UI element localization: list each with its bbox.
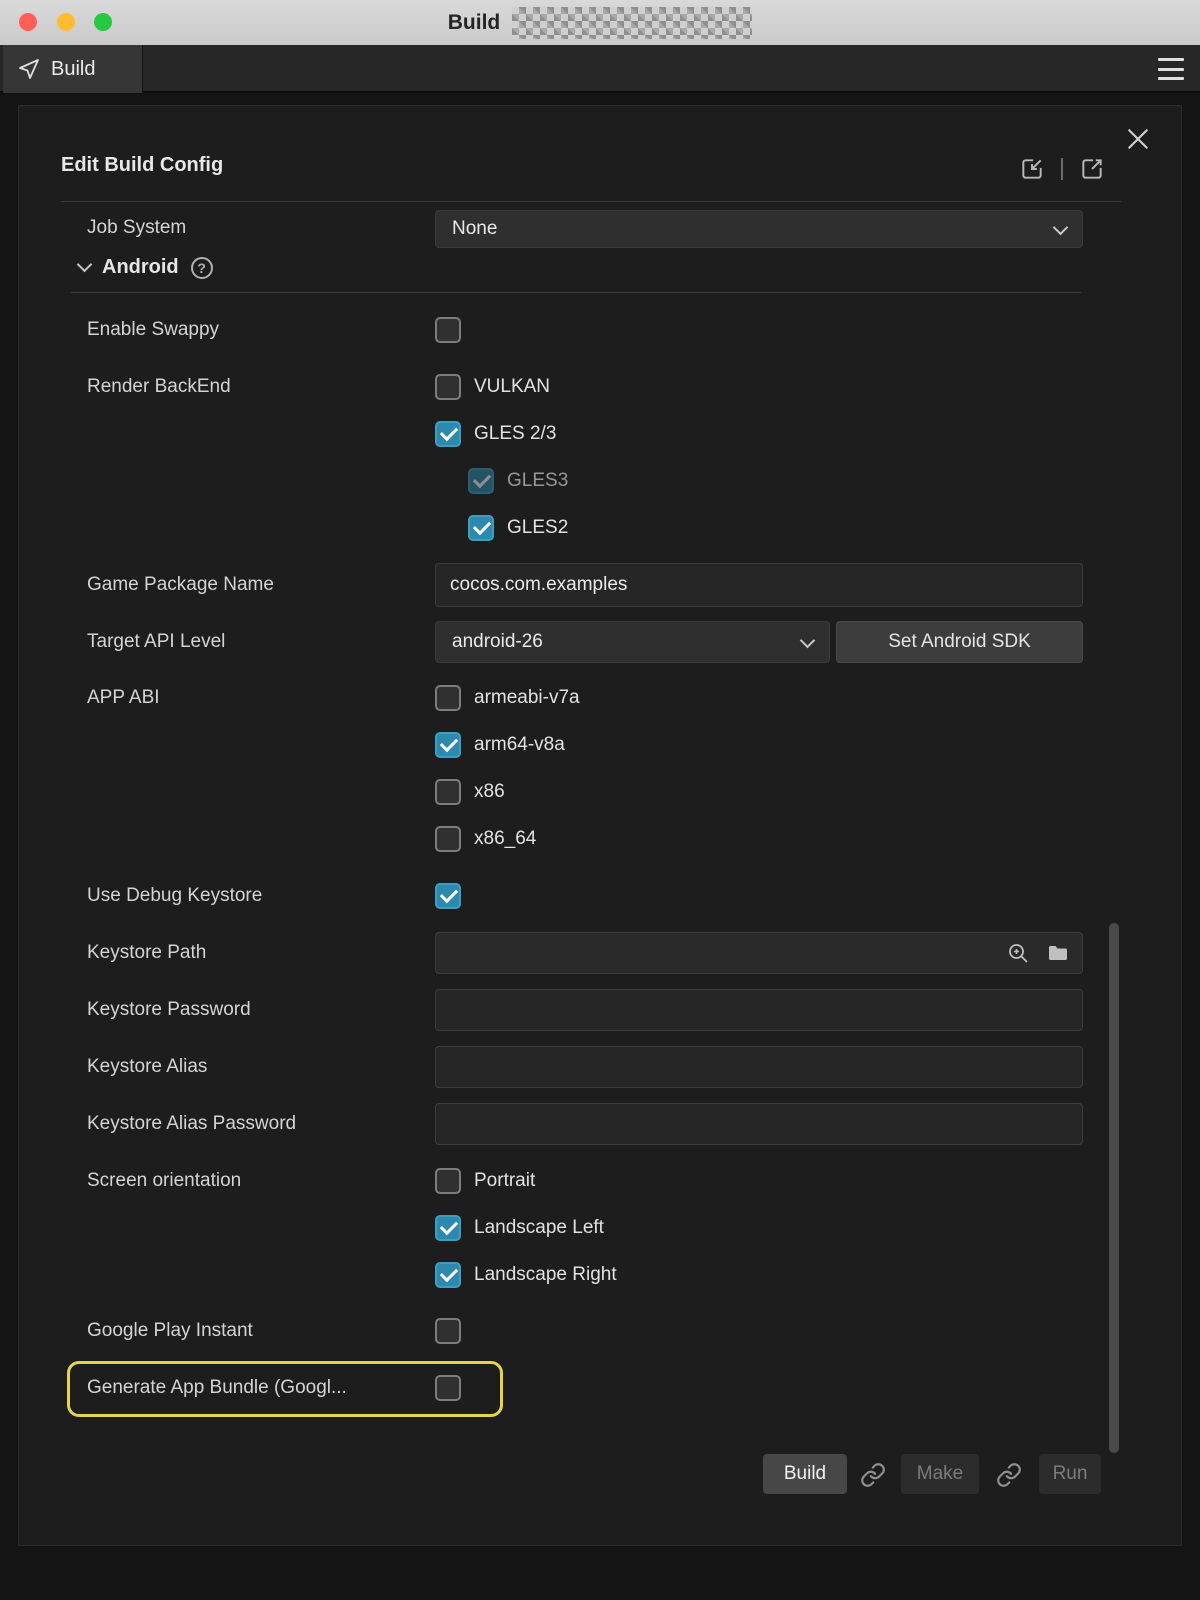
tab-build[interactable]: Build xyxy=(3,45,143,93)
vertical-scrollbar-thumb[interactable] xyxy=(1109,923,1119,1453)
link-build-make-icon[interactable] xyxy=(860,1462,886,1488)
zoom-search-icon[interactable] xyxy=(1006,941,1030,965)
portrait-label: Portrait xyxy=(474,1170,535,1192)
portrait-checkbox[interactable] xyxy=(435,1168,461,1194)
set-android-sdk-button[interactable]: Set Android SDK xyxy=(836,621,1083,663)
keystore-alias-password-input[interactable] xyxy=(435,1103,1083,1145)
tab-build-label: Build xyxy=(51,58,95,81)
render-backend-label: Render BackEnd xyxy=(87,376,231,398)
gles3-label: GLES3 xyxy=(507,470,568,492)
build-button[interactable]: Build xyxy=(763,1454,847,1494)
game-package-name-label: Game Package Name xyxy=(87,574,274,596)
gles23-checkbox[interactable] xyxy=(435,421,461,447)
paper-plane-icon xyxy=(17,57,41,81)
landscape-right-label: Landscape Right xyxy=(474,1264,617,1286)
generate-app-bundle-checkbox[interactable] xyxy=(435,1375,461,1401)
help-icon[interactable]: ? xyxy=(191,257,213,279)
link-make-run-icon[interactable] xyxy=(996,1462,1022,1488)
chevron-down-icon xyxy=(1053,219,1069,235)
landscape-left-label: Landscape Left xyxy=(474,1217,604,1239)
keystore-password-input[interactable] xyxy=(435,989,1083,1031)
arm64-v8a-label: arm64-v8a xyxy=(474,734,565,756)
make-button[interactable]: Make xyxy=(901,1454,979,1494)
android-section-divider xyxy=(71,292,1081,293)
keystore-alias-label: Keystore Alias xyxy=(87,1056,207,1078)
use-debug-keystore-checkbox[interactable] xyxy=(435,883,461,909)
google-play-instant-label: Google Play Instant xyxy=(87,1320,253,1342)
import-config-icon[interactable] xyxy=(1019,156,1045,182)
gles23-label: GLES 2/3 xyxy=(474,423,556,445)
app-abi-label: APP ABI xyxy=(87,687,160,709)
run-button[interactable]: Run xyxy=(1039,1454,1101,1494)
x86-checkbox[interactable] xyxy=(435,779,461,805)
panel-menu-button[interactable] xyxy=(1158,58,1184,80)
job-system-select[interactable]: None xyxy=(435,210,1083,248)
target-api-level-label: Target API Level xyxy=(87,631,225,653)
x86-64-label: x86_64 xyxy=(474,828,536,850)
armeabi-v7a-label: armeabi-v7a xyxy=(474,687,580,709)
gles2-checkbox[interactable] xyxy=(468,515,494,541)
generate-app-bundle-label: Generate App Bundle (Googl... xyxy=(87,1377,347,1399)
x86-label: x86 xyxy=(474,781,505,803)
game-package-name-input[interactable] xyxy=(435,563,1083,607)
arm64-v8a-checkbox[interactable] xyxy=(435,732,461,758)
keystore-path-label: Keystore Path xyxy=(87,942,206,964)
job-system-value: None xyxy=(452,218,497,240)
header-separator xyxy=(1061,158,1063,180)
edit-build-config-dialog: Edit Build Config Job System None Androi… xyxy=(18,105,1182,1546)
export-config-icon[interactable] xyxy=(1079,156,1105,182)
window-titlebar: Build xyxy=(0,0,1200,45)
armeabi-v7a-checkbox[interactable] xyxy=(435,685,461,711)
landscape-right-checkbox[interactable] xyxy=(435,1262,461,1288)
enable-swappy-label: Enable Swappy xyxy=(87,319,219,341)
landscape-left-checkbox[interactable] xyxy=(435,1215,461,1241)
chevron-down-icon xyxy=(800,632,816,648)
window-title: Build xyxy=(448,11,501,35)
keystore-alias-input[interactable] xyxy=(435,1046,1083,1088)
vulkan-label: VULKAN xyxy=(474,376,550,398)
android-section-header[interactable]: Android ? xyxy=(79,256,213,279)
target-api-level-value: android-26 xyxy=(452,631,543,653)
keystore-alias-password-label: Keystore Alias Password xyxy=(87,1113,296,1135)
x86-64-checkbox[interactable] xyxy=(435,826,461,852)
gles3-checkbox[interactable] xyxy=(468,468,494,494)
close-dialog-button[interactable] xyxy=(1123,124,1153,154)
screen-orientation-label: Screen orientation xyxy=(87,1170,241,1192)
use-debug-keystore-label: Use Debug Keystore xyxy=(87,885,262,907)
redacted-title-text xyxy=(512,7,752,39)
folder-icon[interactable] xyxy=(1046,941,1070,965)
android-section-title: Android xyxy=(102,256,179,279)
editor-tabbar: Build xyxy=(0,45,1200,93)
gles2-label: GLES2 xyxy=(507,517,568,539)
enable-swappy-checkbox[interactable] xyxy=(435,317,461,343)
keystore-path-input[interactable] xyxy=(435,932,1083,974)
google-play-instant-checkbox[interactable] xyxy=(435,1318,461,1344)
close-icon xyxy=(1125,126,1151,152)
section-collapse-icon xyxy=(77,257,93,273)
keystore-password-label: Keystore Password xyxy=(87,999,251,1021)
header-divider xyxy=(61,201,1121,202)
vulkan-checkbox[interactable] xyxy=(435,374,461,400)
dialog-title: Edit Build Config xyxy=(61,154,223,177)
job-system-label: Job System xyxy=(87,217,186,239)
target-api-level-select[interactable]: android-26 xyxy=(435,621,830,663)
